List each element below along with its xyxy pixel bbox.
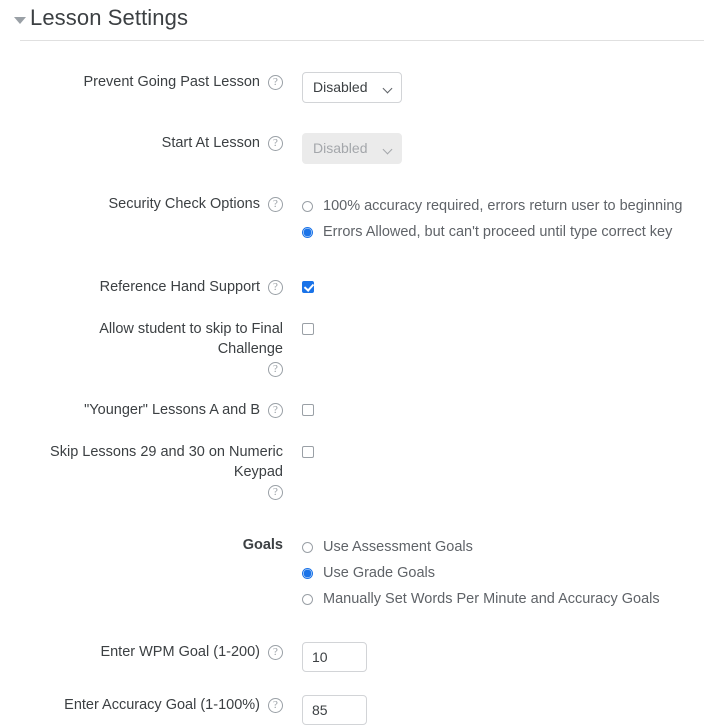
help-icon[interactable]: ? [268, 75, 283, 90]
label-reference-hand-support: Reference Hand Support ? [0, 277, 283, 297]
label-text-line1: Skip Lessons 29 and 30 on Numeric [50, 444, 283, 460]
label-wpm-goal: Enter WPM Goal (1-200) ? [0, 642, 283, 662]
label-allow-skip-final-challenge: Allow student to skip to Final Challenge… [0, 319, 283, 377]
label-text: Start At Lesson [161, 135, 260, 151]
chevron-down-icon [382, 144, 393, 155]
row-reference-hand-support: Reference Hand Support ? [0, 277, 704, 297]
younger-lessons-checkbox[interactable] [302, 404, 314, 416]
page-title: Lesson Settings [30, 5, 189, 30]
label-text: Goals [242, 537, 283, 553]
label-text: Reference Hand Support [99, 279, 260, 295]
wpm-goal-input[interactable] [302, 642, 367, 672]
radio-label: Manually Set Words Per Minute and Accura… [323, 591, 660, 607]
control-accuracy-goal [283, 695, 704, 725]
help-icon[interactable]: ? [268, 403, 283, 418]
label-text: "Younger" Lessons A and B [84, 402, 260, 418]
row-younger-lessons: "Younger" Lessons A and B ? [0, 400, 704, 420]
radio-option-use-assessment-goals[interactable]: Use Assessment Goals [302, 538, 704, 557]
label-text-line2: Keypad [233, 464, 283, 480]
radio-option-errors-allowed[interactable]: Errors Allowed, but can't proceed until … [302, 223, 704, 242]
radio-indicator[interactable] [302, 227, 313, 238]
label-text: Enter Accuracy Goal (1-100%) [64, 697, 260, 713]
control-prevent-going-past-lesson: Disabled [283, 72, 704, 103]
radio-indicator[interactable] [302, 594, 313, 605]
label-goals: Goals [0, 535, 283, 555]
caret-down-icon[interactable] [14, 17, 26, 24]
row-skip-lessons-numeric-keypad: Skip Lessons 29 and 30 on Numeric Keypad… [0, 442, 704, 500]
label-younger-lessons: "Younger" Lessons A and B ? [0, 400, 283, 420]
control-allow-skip-final-challenge [283, 319, 704, 335]
start-at-lesson-select: Disabled [302, 133, 402, 164]
radio-option-manually-set-goals[interactable]: Manually Set Words Per Minute and Accura… [302, 590, 704, 609]
label-accuracy-goal: Enter Accuracy Goal (1-100%) ? [0, 695, 283, 715]
label-security-check-options: Security Check Options ? [0, 194, 283, 214]
control-wpm-goal [283, 642, 704, 672]
radio-option-accuracy-required[interactable]: 100% accuracy required, errors return us… [302, 197, 704, 216]
label-text: Prevent Going Past Lesson [83, 74, 260, 90]
help-icon[interactable]: ? [268, 197, 283, 212]
control-skip-lessons-numeric-keypad [283, 442, 704, 458]
help-icon[interactable]: ? [268, 485, 283, 500]
label-skip-lessons-numeric-keypad: Skip Lessons 29 and 30 on Numeric Keypad… [0, 442, 283, 500]
chevron-down-icon [382, 83, 393, 94]
select-value: Disabled [313, 140, 368, 156]
radio-option-use-grade-goals[interactable]: Use Grade Goals [302, 564, 704, 583]
row-security-check-options: Security Check Options ? 100% accuracy r… [0, 194, 704, 249]
row-allow-skip-final-challenge: Allow student to skip to Final Challenge… [0, 319, 704, 377]
row-prevent-going-past-lesson: Prevent Going Past Lesson ? Disabled [0, 72, 704, 103]
help-icon[interactable]: ? [268, 280, 283, 295]
control-start-at-lesson: Disabled [283, 133, 704, 164]
radio-label: 100% accuracy required, errors return us… [323, 198, 683, 214]
label-text: Enter WPM Goal (1-200) [100, 644, 260, 660]
row-wpm-goal: Enter WPM Goal (1-200) ? [0, 642, 704, 672]
goals-radio-group: Use Assessment Goals Use Grade Goals Man… [302, 535, 704, 609]
section-header: Lesson Settings [0, 0, 704, 42]
control-security-check-options: 100% accuracy required, errors return us… [283, 194, 704, 249]
label-text-line2: Challenge [217, 341, 283, 357]
select-value: Disabled [313, 79, 368, 95]
accuracy-goal-input[interactable] [302, 695, 367, 725]
radio-indicator[interactable] [302, 201, 313, 212]
help-icon[interactable]: ? [268, 362, 283, 377]
control-younger-lessons [283, 400, 704, 416]
prevent-going-past-lesson-select[interactable]: Disabled [302, 72, 402, 103]
help-icon[interactable]: ? [268, 136, 283, 151]
radio-indicator[interactable] [302, 568, 313, 579]
radio-label: Errors Allowed, but can't proceed until … [323, 224, 673, 240]
radio-label: Use Grade Goals [323, 565, 436, 581]
allow-skip-final-challenge-checkbox[interactable] [302, 323, 314, 335]
label-prevent-going-past-lesson: Prevent Going Past Lesson ? [0, 72, 283, 92]
security-check-options-radio-group: 100% accuracy required, errors return us… [302, 194, 704, 242]
skip-lessons-numeric-keypad-checkbox[interactable] [302, 446, 314, 458]
help-icon[interactable]: ? [268, 698, 283, 713]
label-text-line1: Allow student to skip to Final [99, 321, 283, 337]
header-divider [20, 40, 704, 41]
label-start-at-lesson: Start At Lesson ? [0, 133, 283, 153]
radio-indicator[interactable] [302, 542, 313, 553]
radio-label: Use Assessment Goals [323, 539, 473, 555]
row-start-at-lesson: Start At Lesson ? Disabled [0, 133, 704, 164]
help-icon[interactable]: ? [268, 645, 283, 660]
label-text: Security Check Options [108, 196, 260, 212]
row-accuracy-goal: Enter Accuracy Goal (1-100%) ? [0, 695, 704, 725]
control-goals: Use Assessment Goals Use Grade Goals Man… [283, 535, 704, 616]
lesson-settings-form: Prevent Going Past Lesson ? Disabled Sta… [0, 42, 704, 725]
reference-hand-support-checkbox[interactable] [302, 281, 314, 293]
row-goals: Goals Use Assessment Goals Use Grade Goa… [0, 535, 704, 616]
control-reference-hand-support [283, 277, 704, 293]
